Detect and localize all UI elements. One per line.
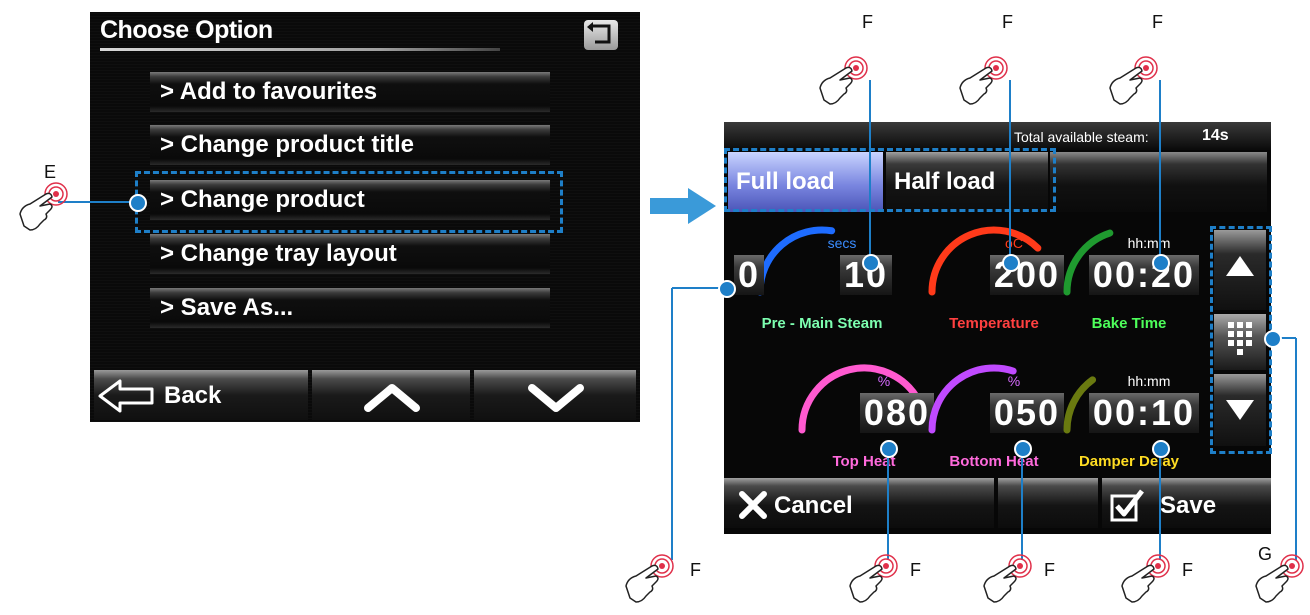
callout-f-bottom-label-1: F <box>910 560 921 580</box>
tap-hand-icon-f-bottom-2 <box>983 554 1032 603</box>
callout-layer: E F F F F F F F G <box>0 0 1310 615</box>
tap-hand-icon-f-top-3 <box>1109 56 1158 105</box>
callout-f-top-label-1: F <box>862 12 873 32</box>
callout-f-left-dot <box>718 280 736 298</box>
tap-hand-icon-f-bottom-3 <box>1121 554 1170 603</box>
callout-f-top-label-3: F <box>1152 12 1163 32</box>
callout-e-label: E <box>44 162 57 182</box>
callout-e-dot <box>129 194 147 212</box>
tap-hand-icon-f-top-1 <box>819 56 868 105</box>
callout-f-top-label-2: F <box>1002 12 1013 32</box>
callout-f-bottom-dot-2 <box>1014 440 1032 458</box>
callout-f-top-dot-2 <box>1002 254 1020 272</box>
tap-hand-icon-e <box>19 182 68 231</box>
callout-g-label: G <box>1258 544 1273 564</box>
callout-f-bottom-dot-1 <box>880 440 898 458</box>
tap-hand-icon-f-left <box>625 554 674 603</box>
callout-f-top-dot-1 <box>862 254 880 272</box>
tap-hand-icon-f-top-2 <box>959 56 1008 105</box>
callout-f-bottom-label-3: F <box>1182 560 1193 580</box>
callout-f-top-dot-3 <box>1152 254 1170 272</box>
callout-f-left-label: F <box>690 560 701 580</box>
tap-hand-icon-f-bottom-1 <box>849 554 898 603</box>
callout-f-bottom-dot-3 <box>1152 440 1170 458</box>
callout-f-bottom-label-2: F <box>1044 560 1055 580</box>
callout-g-dot <box>1264 330 1282 348</box>
